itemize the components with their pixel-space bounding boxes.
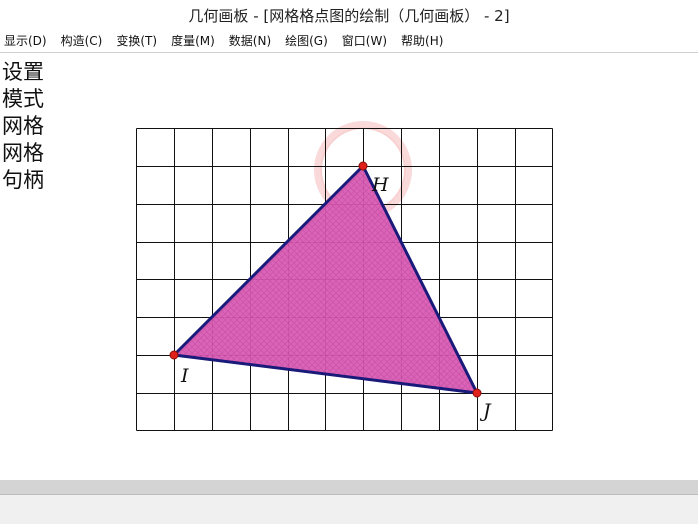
menu-bar: 显示(D) 构造(C) 变换(T) 度量(M) 数据(N) 绘图(G) 窗口(W…: [0, 31, 698, 53]
label-j[interactable]: J: [479, 400, 492, 422]
menu-help[interactable]: 帮助(H): [397, 31, 453, 52]
menu-graph[interactable]: 绘图(G): [281, 31, 338, 52]
menu-measure[interactable]: 度量(M): [167, 31, 225, 52]
title-bar: 几何画板 - [网格格点图的绘制（几何画板） - 2]: [0, 0, 698, 31]
window-title: 几何画板 - [网格格点图的绘制（几何画板） - 2]: [188, 7, 510, 25]
handle-button[interactable]: 句柄: [2, 167, 44, 194]
menu-data[interactable]: 数据(N): [225, 31, 281, 52]
status-bar: [0, 494, 698, 524]
menu-display[interactable]: 显示(D): [0, 31, 57, 52]
horizontal-scrollbar[interactable]: [0, 480, 698, 494]
action-buttons: 设置 模式 网格 网格 句柄: [2, 59, 44, 194]
point-j[interactable]: [472, 388, 482, 398]
sketch-drawing: H I J: [136, 121, 553, 431]
label-i[interactable]: I: [180, 365, 189, 387]
settings-button[interactable]: 设置: [2, 59, 44, 86]
menu-window[interactable]: 窗口(W): [338, 31, 397, 52]
sketch-canvas[interactable]: H I J 设置 模式 网格 网格 句柄: [0, 53, 698, 480]
label-h[interactable]: H: [371, 174, 389, 196]
app-window: 几何画板 - [网格格点图的绘制（几何画板） - 2] 显示(D) 构造(C) …: [0, 0, 698, 524]
grid-button-2[interactable]: 网格: [2, 140, 44, 167]
mode-button[interactable]: 模式: [2, 86, 44, 113]
grid-button-1[interactable]: 网格: [2, 113, 44, 140]
menu-construct[interactable]: 构造(C): [57, 31, 113, 52]
menu-transform[interactable]: 变换(T): [112, 31, 167, 52]
point-i[interactable]: [169, 350, 179, 360]
point-h[interactable]: [358, 161, 368, 171]
